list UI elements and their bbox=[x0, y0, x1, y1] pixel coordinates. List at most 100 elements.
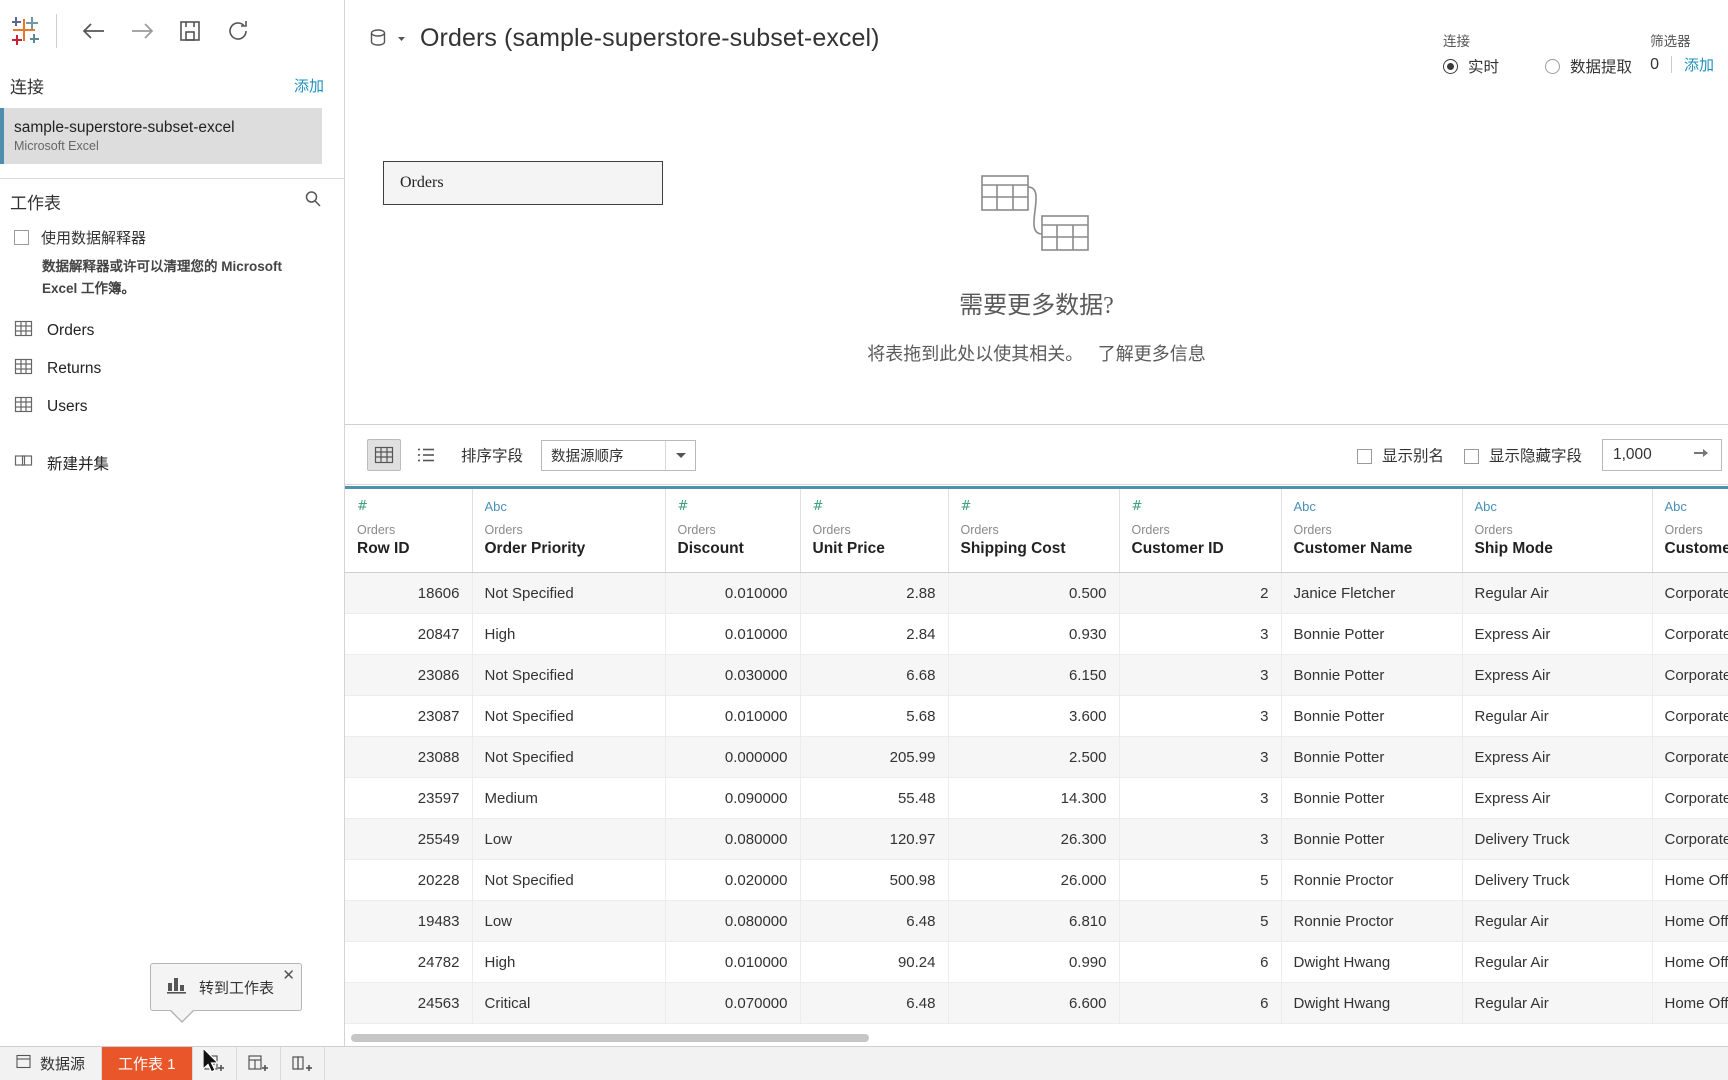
table-row[interactable]: 20847 High 0.010000 2.84 0.930 3 Bonnie Potter… bbox=[345, 613, 1728, 655]
go-to-worksheet-tooltip[interactable]: 转到工作表 ✕ bbox=[150, 963, 302, 1023]
relate-tables-icon bbox=[976, 175, 1098, 262]
database-icon[interactable] bbox=[368, 26, 406, 52]
table-header-row: # Orders Row ID Abc Orders Order Priority # Ord… bbox=[345, 489, 1728, 573]
table-item-label: Orders bbox=[47, 322, 95, 339]
list-view-icon[interactable] bbox=[409, 439, 443, 471]
new-worksheet-icon[interactable] bbox=[193, 1047, 237, 1080]
table-cell: Home Office bbox=[1652, 941, 1728, 983]
connections-add-link[interactable]: 添加 bbox=[294, 75, 324, 96]
table-row[interactable]: 25549 Low 0.080000 120.97 26.300 3 Bonnie Pott… bbox=[345, 818, 1728, 860]
table-row[interactable]: 23087 Not Specified 0.010000 5.68 3.600 3 Bonn… bbox=[345, 695, 1728, 737]
radio-extract[interactable]: 数据提取 bbox=[1545, 55, 1632, 77]
close-icon[interactable]: ✕ bbox=[282, 966, 295, 984]
union-icon bbox=[14, 451, 33, 475]
table-cell: 2.500 bbox=[948, 736, 1120, 778]
table-row[interactable]: 20228 Not Specified 0.020000 500.98 26.000 5 R… bbox=[345, 859, 1728, 901]
table-item-users[interactable]: Users bbox=[0, 388, 344, 426]
table-row[interactable]: 23088 Not Specified 0.000000 205.99 2.500 3 Bo… bbox=[345, 736, 1728, 778]
save-icon[interactable] bbox=[167, 8, 213, 54]
arrow-right-icon[interactable] bbox=[1693, 446, 1711, 464]
refresh-icon[interactable] bbox=[215, 8, 261, 54]
table-row[interactable]: 24782 High 0.010000 90.24 0.990 6 Dwight Hwang… bbox=[345, 941, 1728, 983]
sheets-title: 工作表 bbox=[10, 193, 61, 213]
table-item-orders[interactable]: Orders bbox=[0, 312, 344, 350]
show-hidden-fields-checkbox[interactable]: 显示隐藏字段 bbox=[1463, 444, 1582, 466]
data-interpreter-checkbox[interactable] bbox=[14, 230, 29, 245]
table-cell: 0.080000 bbox=[665, 900, 801, 942]
row-limit-input[interactable]: 1,000 bbox=[1602, 439, 1722, 471]
show-aliases-checkbox[interactable]: 显示别名 bbox=[1356, 444, 1444, 466]
new-story-icon[interactable] bbox=[281, 1047, 325, 1080]
radio-live-indicator[interactable] bbox=[1443, 58, 1458, 74]
table-row[interactable]: 19483 Low 0.080000 6.48 6.810 5 Ronnie Proctor… bbox=[345, 900, 1728, 942]
column-header-unit-price[interactable]: # Orders Unit Price bbox=[800, 489, 949, 573]
learn-more-link[interactable]: 了解更多信息 bbox=[1098, 344, 1206, 364]
column-table-name: Orders bbox=[1131, 523, 1170, 537]
table-cell: 24563 bbox=[345, 982, 473, 1024]
column-table-name: Orders bbox=[1474, 523, 1513, 537]
new-dashboard-icon[interactable] bbox=[237, 1047, 281, 1080]
column-header-customer-segment[interactable]: Abc Orders Customer Segment bbox=[1652, 489, 1728, 573]
forward-arrow-icon[interactable] bbox=[119, 8, 165, 54]
table-cell: 3.600 bbox=[948, 695, 1120, 737]
table-cell: Not Specified bbox=[472, 695, 666, 737]
table-cell: 26.300 bbox=[948, 818, 1120, 860]
data-interpreter-row[interactable]: 使用数据解释器 bbox=[0, 223, 344, 248]
table-cell: 3 bbox=[1119, 736, 1282, 778]
table-cell: High bbox=[472, 613, 666, 655]
horizontal-scrollbar[interactable] bbox=[345, 1030, 1728, 1046]
column-header-customer-name[interactable]: Abc Orders Customer Name bbox=[1281, 489, 1463, 573]
filters-add-link[interactable]: 添加 bbox=[1684, 54, 1714, 75]
radio-live-label: 实时 bbox=[1468, 59, 1500, 76]
sort-field-select[interactable]: 数据源顺序 bbox=[541, 439, 697, 471]
chevron-down-icon[interactable] bbox=[665, 440, 695, 470]
table-row[interactable]: 24563 Critical 0.070000 6.48 6.600 6 Dwight Hw… bbox=[345, 982, 1728, 1024]
connection-type: Microsoft Excel bbox=[14, 139, 99, 153]
filters-count: 0 bbox=[1650, 55, 1659, 73]
connections-list: sample-superstore-subset-excel Microsoft… bbox=[0, 108, 344, 164]
column-header-ship-mode[interactable]: Abc Orders Ship Mode bbox=[1462, 489, 1653, 573]
column-table-name: Orders bbox=[1664, 523, 1703, 537]
table-cell: 6.68 bbox=[800, 654, 949, 696]
row-limit-value: 1,000 bbox=[1613, 446, 1652, 463]
data-interpreter-description: 数据解释器或许可以清理您的 Microsoft Excel 工作簿。 bbox=[42, 259, 283, 296]
radio-live[interactable]: 实时 bbox=[1443, 55, 1499, 77]
sort-field-value: 数据源顺序 bbox=[551, 448, 624, 465]
column-header-row-id[interactable]: # Orders Row ID bbox=[345, 489, 473, 573]
show-hidden-fields-box[interactable] bbox=[1463, 449, 1479, 464]
grid-view-icon[interactable] bbox=[367, 439, 401, 471]
table-row[interactable]: 18606 Not Specified 0.010000 2.88 0.500 2 Jani… bbox=[345, 572, 1728, 614]
table-item-returns[interactable]: Returns bbox=[0, 350, 344, 388]
connection-name: sample-superstore-subset-excel bbox=[14, 119, 235, 136]
radio-extract-indicator[interactable] bbox=[1545, 58, 1561, 74]
column-field-name: Order Priority bbox=[484, 540, 586, 557]
column-header-discount[interactable]: # Orders Discount bbox=[665, 489, 801, 573]
column-header-order-priority[interactable]: Abc Orders Order Priority bbox=[472, 489, 666, 573]
table-cell: 120.97 bbox=[800, 818, 949, 860]
new-union-item[interactable]: 新建并集 bbox=[0, 444, 344, 482]
grid-toolbar: 排序字段 数据源顺序 显示别名 显示隐藏字段 1,000 bbox=[345, 426, 1728, 485]
table-cell: 0.080000 bbox=[665, 818, 801, 860]
search-icon[interactable] bbox=[304, 190, 322, 213]
tableau-logo-icon[interactable] bbox=[8, 14, 42, 48]
column-header-customer-id[interactable]: # Orders Customer ID bbox=[1119, 489, 1282, 573]
column-table-name: Orders bbox=[357, 523, 396, 537]
data-grid[interactable]: # Orders Row ID Abc Orders Order Priority # Ord… bbox=[345, 486, 1728, 1047]
column-header-shipping-cost[interactable]: # Orders Shipping Cost bbox=[948, 489, 1120, 573]
table-row[interactable]: 23086 Not Specified 0.030000 6.68 6.150 3 Bonn… bbox=[345, 654, 1728, 696]
back-arrow-icon[interactable] bbox=[71, 8, 117, 54]
scrollbar-thumb[interactable] bbox=[351, 1034, 869, 1042]
canvas-area: Orders (sample-superstore-subset-excel) … bbox=[345, 0, 1728, 425]
table-cell: 3 bbox=[1119, 777, 1282, 819]
table-cell: Corporate bbox=[1652, 777, 1728, 819]
connection-item[interactable]: sample-superstore-subset-excel Microsoft… bbox=[0, 108, 322, 164]
tab-data-source-label: 数据源 bbox=[40, 1056, 86, 1073]
tab-worksheet-1[interactable]: 工作表 1 bbox=[102, 1047, 193, 1080]
table-cell: Janice Fletcher bbox=[1281, 572, 1463, 614]
table-row[interactable]: 23597 Medium 0.090000 55.48 14.300 3 Bonnie Po… bbox=[345, 777, 1728, 819]
data-interpreter-label: 使用数据解释器 bbox=[41, 230, 147, 247]
tab-data-source[interactable]: 数据源 bbox=[0, 1047, 103, 1080]
column-field-name: Customer Name bbox=[1293, 540, 1413, 557]
show-aliases-box[interactable] bbox=[1356, 449, 1372, 464]
need-more-subtitle: 将表拖到此处以使其相关。 bbox=[867, 344, 1084, 364]
